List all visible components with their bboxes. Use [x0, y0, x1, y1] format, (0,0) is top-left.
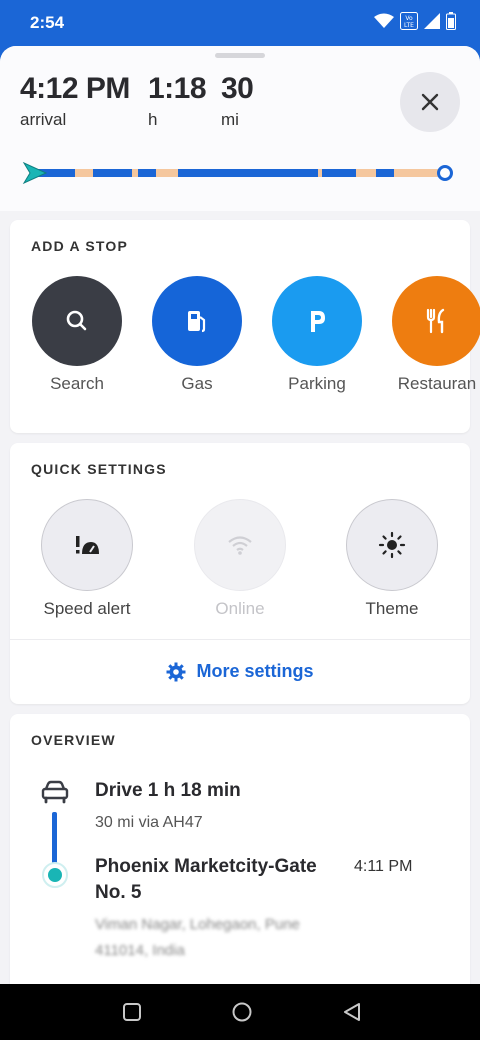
- distance-unit: mi: [221, 110, 239, 129]
- arrival-stat: 4:12 PM arrival: [20, 72, 130, 130]
- stop-restaurant-label: Restauran: [397, 374, 477, 393]
- arrival-label: arrival: [20, 110, 67, 129]
- stop-gas-label: Gas: [181, 374, 213, 393]
- stop-gas-circle: [152, 276, 242, 366]
- more-settings-button[interactable]: More settings: [10, 639, 470, 703]
- traffic-segment: [394, 169, 440, 177]
- drive-summary: Drive 1 h 18 min: [95, 780, 241, 801]
- speed-alert-label: Speed alert: [43, 599, 131, 618]
- traffic-segment: [75, 169, 93, 177]
- speed-alert-toggle[interactable]: Speed alert: [22, 499, 152, 619]
- home-button[interactable]: [230, 1000, 254, 1024]
- stop-search-button[interactable]: Search: [22, 276, 132, 394]
- route-line: [52, 812, 57, 864]
- duration-value: 1:18: [148, 72, 207, 105]
- status-bar: 2:54 Vo LTE: [0, 0, 480, 46]
- fork-knife-icon: [426, 308, 445, 334]
- svg-text:Vo: Vo: [405, 15, 413, 22]
- destination-marker: [437, 165, 453, 181]
- current-location-arrow-icon: [22, 162, 48, 184]
- stop-parking-circle: [272, 276, 362, 366]
- online-toggle[interactable]: Online: [175, 499, 305, 619]
- traffic-segment: [318, 169, 322, 177]
- back-button[interactable]: [340, 1000, 364, 1024]
- stop-restaurant-circle: [392, 276, 480, 366]
- stop-parking-label: Parking: [288, 374, 346, 393]
- system-nav-bar: [0, 984, 480, 1040]
- destination-name[interactable]: Phoenix Marketcity-Gate No. 5: [95, 854, 335, 906]
- speed-alert-circle: [41, 499, 133, 591]
- traffic-segment: [156, 169, 178, 177]
- close-button[interactable]: [400, 72, 460, 132]
- online-circle: [194, 499, 286, 591]
- volte-icon: VoLTE: [400, 12, 418, 30]
- destination-address: Viman Nagar, Lohegaon, Pune 411014, Indi…: [95, 912, 355, 964]
- stop-search-label: Search: [50, 374, 104, 393]
- theme-circle: [346, 499, 438, 591]
- search-icon: [66, 310, 87, 331]
- parking-icon: [311, 311, 325, 332]
- recents-button[interactable]: [120, 1000, 144, 1024]
- overview-card: OVERVIEW Drive 1 h 18 min 30 mi via AH47…: [10, 714, 470, 984]
- stop-parking-button[interactable]: Parking: [262, 276, 372, 394]
- home-icon: [232, 1002, 252, 1022]
- traffic-segment: [132, 169, 138, 177]
- overview-title: OVERVIEW: [31, 732, 116, 748]
- address-line-2: 411014, India: [95, 942, 185, 959]
- signal-icon: [424, 13, 440, 29]
- online-label: Online: [215, 599, 265, 618]
- drive-via: 30 mi via AH47: [95, 814, 203, 831]
- theme-label: Theme: [365, 599, 419, 618]
- arrival-time: 4:12 PM: [20, 72, 130, 105]
- gear-icon: [166, 662, 186, 681]
- car-icon: [41, 780, 69, 804]
- status-time: 2:54: [30, 13, 65, 32]
- destination-time: 4:11 PM: [354, 858, 413, 875]
- theme-toggle[interactable]: Theme: [327, 499, 457, 619]
- trip-summary: 4:12 PM arrival 1:18 h 30 mi: [0, 46, 480, 211]
- recents-icon: [123, 1003, 141, 1021]
- drag-handle[interactable]: [215, 53, 265, 58]
- quick-settings-card: QUICK SETTINGS Speed alert Online Theme …: [10, 443, 470, 704]
- wifi-icon: [228, 536, 252, 555]
- duration-unit: h: [148, 110, 158, 129]
- add-stop-title: ADD A STOP: [31, 238, 129, 254]
- wifi-icon: [374, 13, 394, 28]
- destination-dot: [42, 862, 68, 888]
- sun-icon: [378, 531, 406, 559]
- close-icon: [421, 93, 439, 111]
- svg-text:LTE: LTE: [404, 22, 414, 29]
- stop-gas-button[interactable]: Gas: [142, 276, 252, 394]
- traffic-segment: [356, 169, 376, 177]
- route-sheet: 4:12 PM arrival 1:18 h 30 mi ADD A STOP: [0, 46, 480, 984]
- add-stop-card: ADD A STOP Search Gas Parking Restauran: [10, 220, 480, 433]
- status-icons: Vo LTE: [374, 12, 456, 30]
- gas-pump-icon: [188, 311, 206, 333]
- stop-search-circle: [32, 276, 122, 366]
- more-settings-label: More settings: [196, 661, 314, 681]
- distance-stat: 30 mi: [221, 72, 254, 130]
- duration-stat: 1:18 h: [148, 72, 207, 130]
- battery-icon: [446, 12, 456, 30]
- speed-alert-icon: [76, 536, 99, 554]
- distance-value: 30: [221, 72, 254, 105]
- stop-restaurant-button[interactable]: Restauran: [382, 276, 480, 394]
- address-line-1: Viman Nagar, Lohegaon, Pune: [95, 916, 300, 933]
- quick-settings-title: QUICK SETTINGS: [31, 461, 167, 477]
- route-progress-bar: [20, 162, 460, 184]
- back-icon: [344, 1003, 360, 1021]
